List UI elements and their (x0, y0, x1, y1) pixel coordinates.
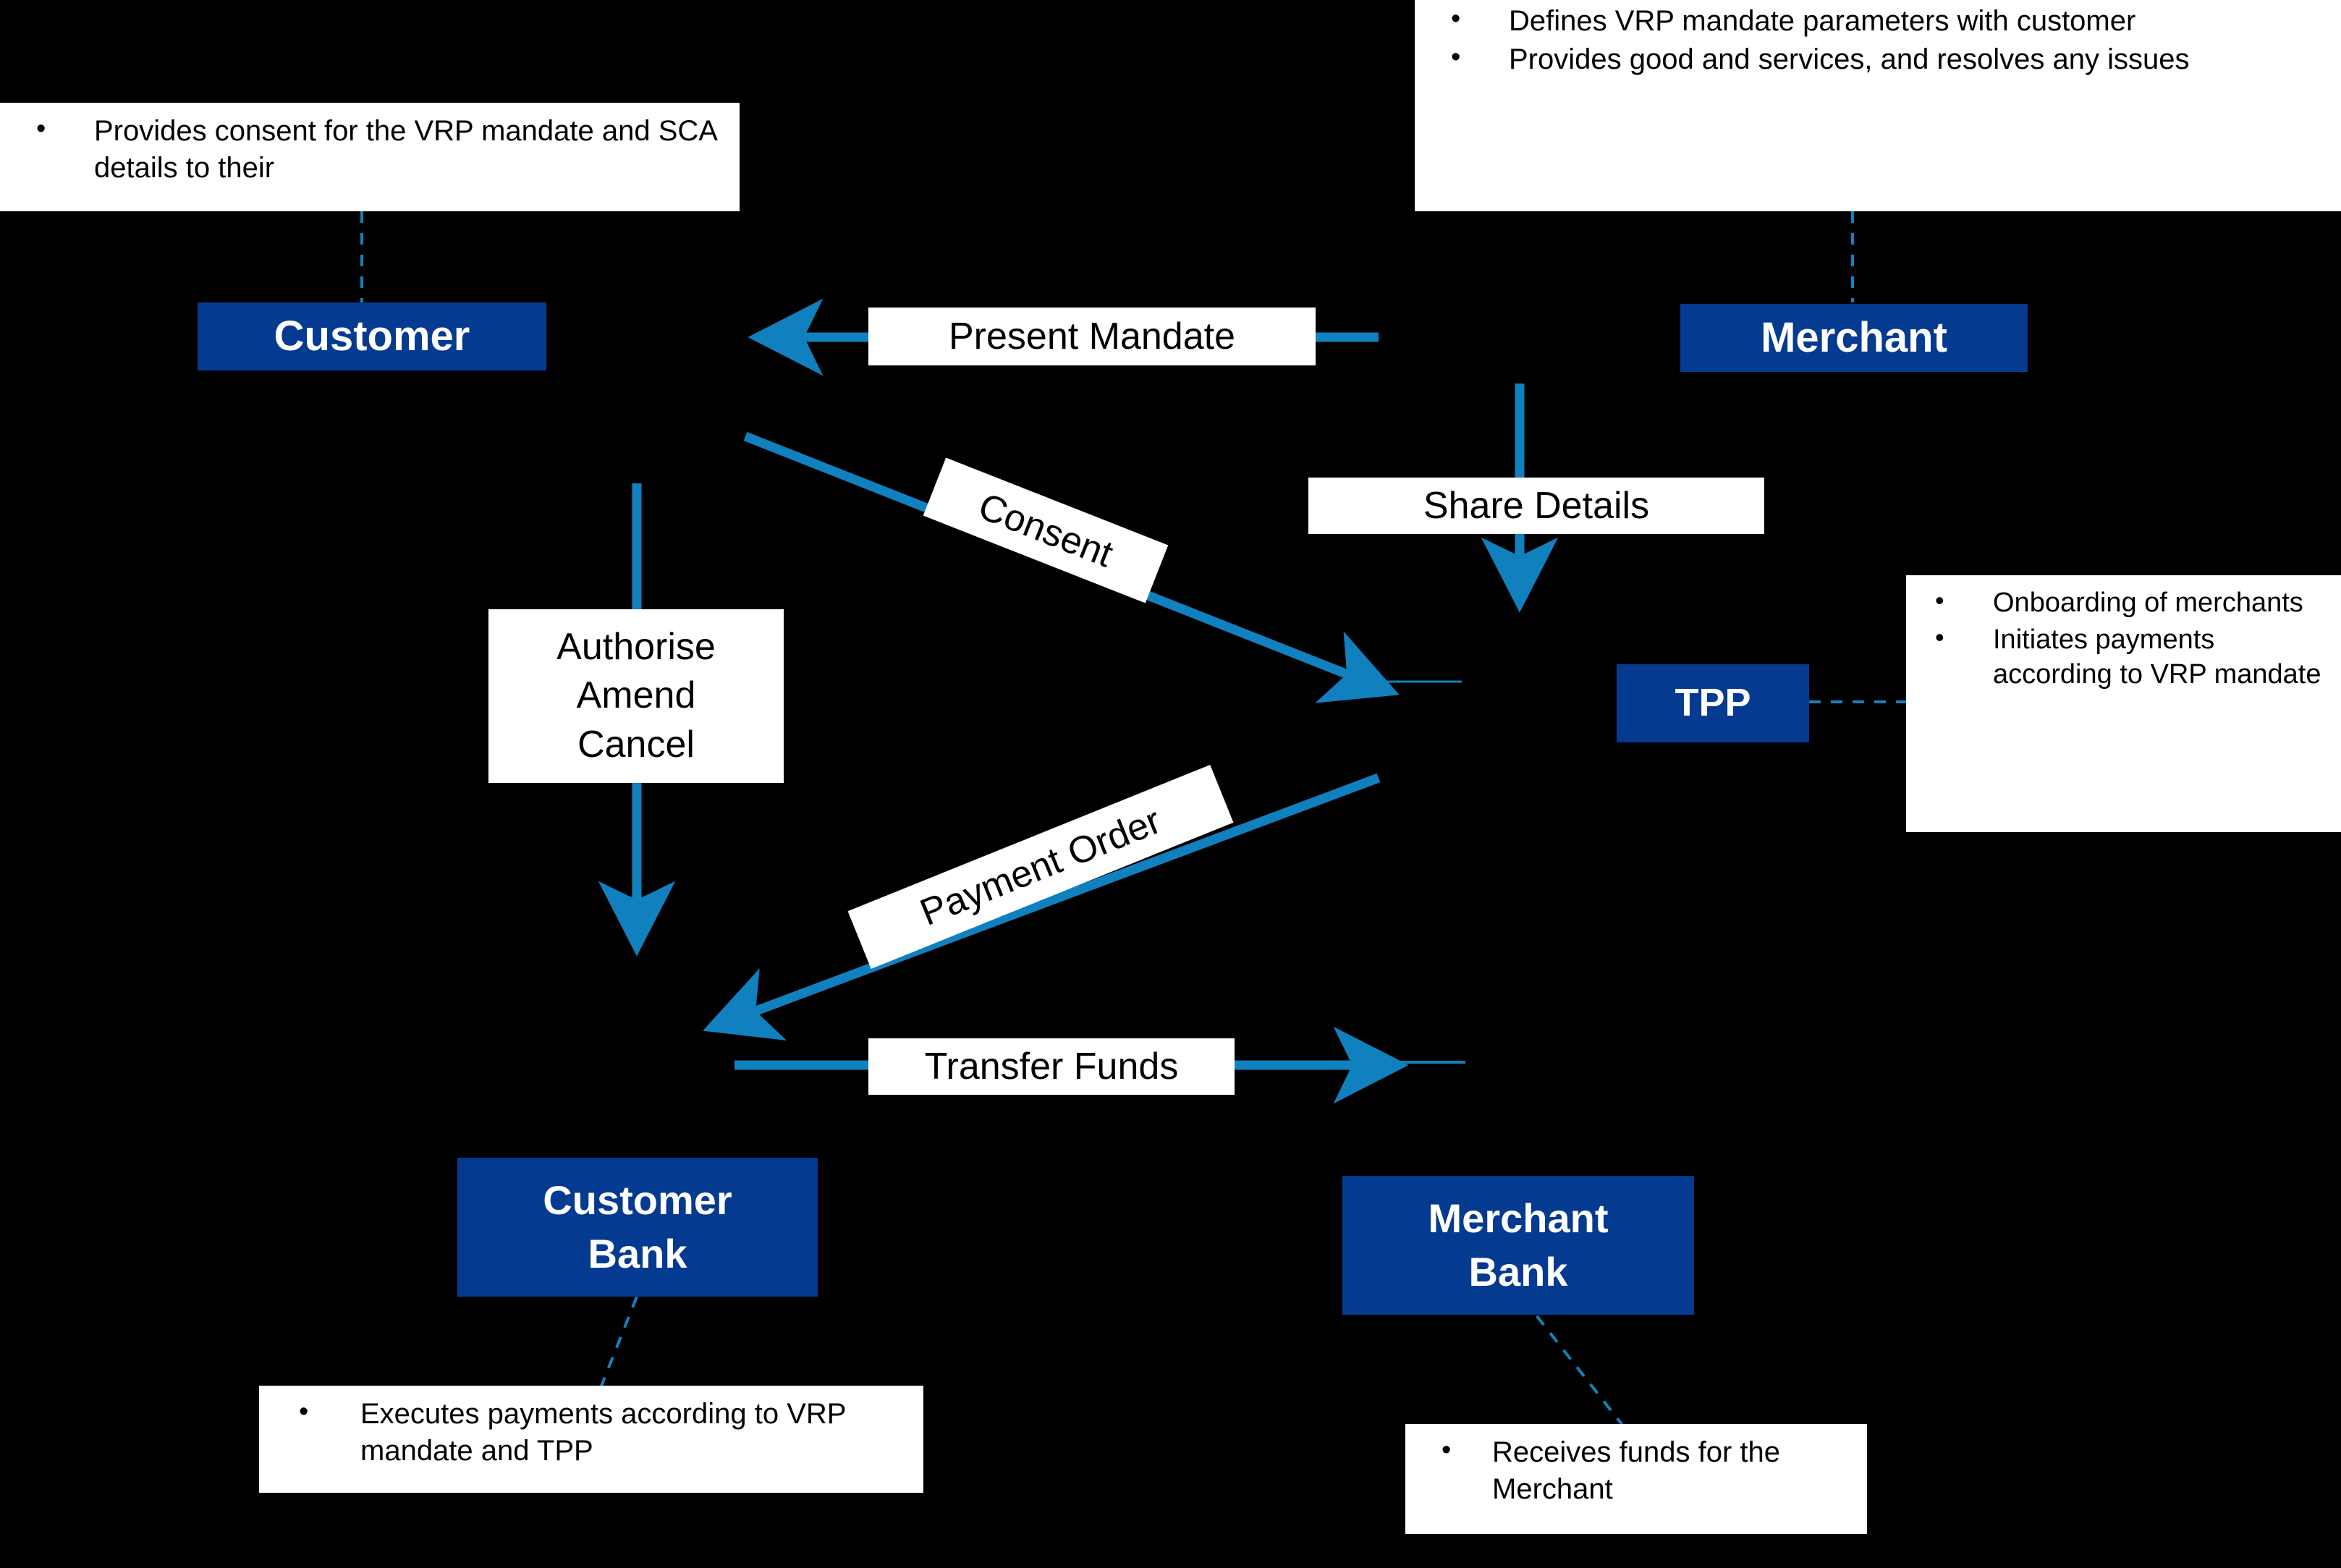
actor-merchant-bank[interactable]: Merchant Bank (1342, 1176, 1694, 1315)
bullet-icon: • (1451, 4, 1461, 34)
flow-label-share-details-text: Share Details (1423, 485, 1650, 527)
flow-label-payment-order-text: Payment Order (914, 800, 1167, 934)
callout-customer-bank-text-0: Executes payments according to VRP manda… (360, 1398, 846, 1467)
list-item: • Initiates payments according to VRP ma… (1913, 622, 2334, 692)
actor-customer-bank[interactable]: Customer Bank (457, 1158, 818, 1297)
callout-customer-text-0: Provides consent for the VRP mandate and… (94, 115, 716, 185)
callout-merchant-text-1: Provides good and services, and resolves… (1509, 43, 2190, 76)
list-item: • Defines VRP mandate parameters with cu… (1422, 3, 2334, 40)
flow-label-present-mandate: Present Mandate (868, 308, 1316, 365)
list-item: • Receives funds for the Merchant (1413, 1434, 1860, 1508)
callout-tpp-text-1: Initiates payments according to VRP mand… (1993, 624, 2321, 690)
actor-tpp-label: TPP (1675, 681, 1751, 725)
actor-merchant-bank-line1: Merchant (1428, 1195, 1609, 1242)
flow-label-consent-text: Consent (973, 485, 1119, 576)
list-item: • Provides consent for the VRP mandate a… (7, 113, 732, 187)
callout-merchant: • Defines VRP mandate parameters with cu… (1415, 0, 2341, 211)
bullet-icon: • (36, 114, 46, 144)
actor-customer[interactable]: Customer (198, 302, 546, 370)
actor-tpp[interactable]: TPP (1617, 664, 1809, 742)
flow-label-present-mandate-text: Present Mandate (948, 315, 1236, 357)
actor-customer-bank-line1: Customer (543, 1177, 732, 1224)
bullet-icon: • (1935, 585, 1944, 615)
bullet-icon: • (1935, 622, 1944, 652)
arrow-payment-order (703, 773, 1381, 1041)
callout-customer-bank-list: • Executes payments according to VRP man… (266, 1396, 916, 1470)
list-item: • Provides good and services, and resolv… (1422, 41, 2334, 78)
callout-customer-bank: • Executes payments according to VRP man… (259, 1386, 923, 1493)
bullet-icon: • (299, 1397, 309, 1427)
callout-customer: • Provides consent for the VRP mandate a… (0, 103, 740, 211)
diagram-canvas: • Provides consent for the VRP mandate a… (0, 0, 2341, 1568)
actor-merchant-bank-line2: Bank (1468, 1249, 1568, 1294)
callout-merchant-list: • Defines VRP mandate parameters with cu… (1422, 3, 2334, 78)
list-item: • Onboarding of merchants (1913, 585, 2334, 621)
callout-merchant-bank: • Receives funds for the Merchant (1405, 1424, 1867, 1534)
flow-label-transfer-funds: Transfer Funds (868, 1038, 1235, 1095)
callout-tpp-text-0: Onboarding of merchants (1993, 588, 2303, 618)
actor-customer-label: Customer (274, 312, 470, 360)
flow-label-authorise-amend-cancel: Authorise Amend Cancel (488, 609, 784, 783)
flow-label-authorise-line3: Cancel (577, 723, 695, 766)
flow-label-payment-order: Payment Order (847, 764, 1234, 970)
list-item: • Executes payments according to VRP man… (266, 1396, 916, 1470)
actor-merchant[interactable]: Merchant (1680, 304, 2028, 372)
callout-merchant-bank-list: • Receives funds for the Merchant (1413, 1434, 1860, 1508)
callout-merchant-text-0: Defines VRP mandate parameters with cust… (1509, 5, 2136, 37)
callout-merchant-bank-text-0: Receives funds for the Merchant (1492, 1436, 1780, 1506)
flow-label-transfer-funds-text: Transfer Funds (924, 1046, 1179, 1088)
callout-tpp: • Onboarding of merchants • Initiates pa… (1906, 575, 2341, 832)
flow-label-authorise-line1: Authorise (556, 625, 716, 668)
flow-label-authorise-line2: Amend (576, 674, 696, 717)
flow-label-share-details: Share Details (1308, 478, 1764, 534)
callout-customer-list: • Provides consent for the VRP mandate a… (7, 113, 732, 187)
bullet-icon: • (1442, 1435, 1452, 1465)
leader-customer-bank (599, 1296, 638, 1389)
bullet-icon: • (1451, 42, 1461, 73)
actor-customer-bank-line2: Bank (588, 1231, 687, 1276)
flow-label-consent: Consent (923, 457, 1169, 603)
actor-merchant-label: Merchant (1761, 313, 1947, 361)
callout-tpp-list: • Onboarding of merchants • Initiates pa… (1913, 585, 2334, 692)
